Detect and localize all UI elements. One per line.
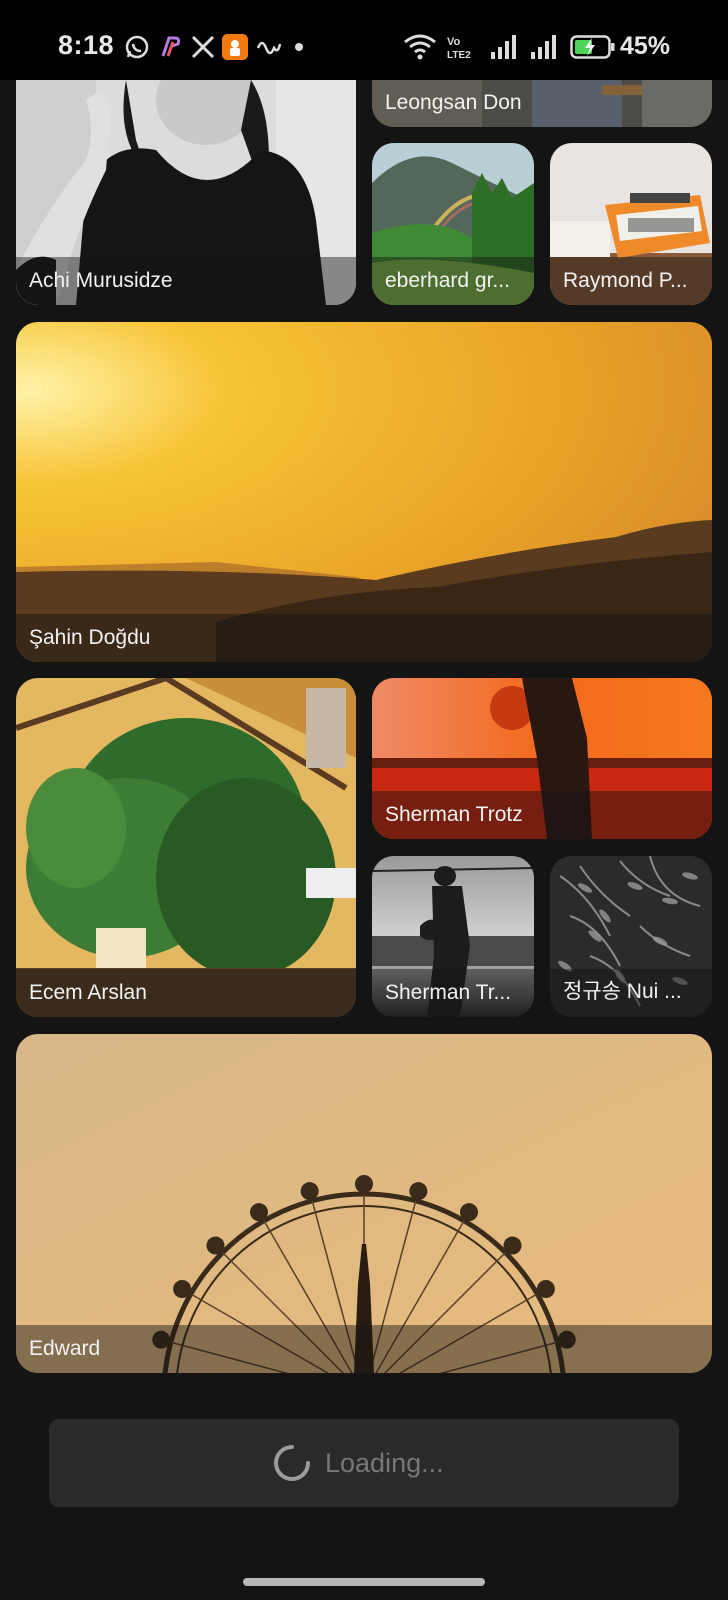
signal-icon <box>531 35 556 59</box>
status-bar: 8:18 Vo LTE2 45% <box>0 0 728 80</box>
wifi-icon <box>404 34 436 60</box>
app-icon <box>222 34 248 60</box>
photo-tile[interactable]: 정규송 Nui ... <box>550 856 712 1017</box>
home-indicator[interactable] <box>243 1578 485 1586</box>
status-time: 8:18 <box>58 30 115 60</box>
whatsapp-icon <box>125 35 149 59</box>
photo-author: eberhard gr... <box>385 269 510 292</box>
photo-author: Edward <box>29 1337 101 1360</box>
volte-icon: Vo LTE2 <box>447 36 471 60</box>
photo-image <box>16 678 356 1017</box>
loading-indicator: Loading... <box>49 1419 679 1507</box>
dot-icon <box>295 43 303 51</box>
photo-tile[interactable]: Sherman Trotz <box>372 678 712 839</box>
photo-author: 정규송 Nui ... <box>563 980 682 1003</box>
phonepe-icon <box>161 36 181 57</box>
loading-label: Loading... <box>325 1448 444 1478</box>
photo-author: Şahin Doğdu <box>29 626 151 649</box>
photo-author: Sherman Trotz <box>385 803 523 826</box>
photo-tile[interactable]: Şahin Doğdu <box>16 322 712 662</box>
photo-author: Achi Murusidze <box>29 269 173 292</box>
photo-tile[interactable]: Raymond P... <box>550 143 712 305</box>
photo-tile[interactable]: Edward <box>16 1034 712 1373</box>
svg-text:Vo: Vo <box>447 36 461 48</box>
battery-icon <box>570 35 615 59</box>
svg-text:LTE2: LTE2 <box>447 50 471 60</box>
photo-author: Ecem Arslan <box>29 981 147 1004</box>
photo-author: Raymond P... <box>563 269 688 292</box>
photo-tile[interactable]: Achi Murusidze <box>16 80 356 305</box>
signal-icon <box>491 35 516 59</box>
photo-author: Leongsan Don <box>385 91 522 114</box>
spinner-icon <box>274 1445 310 1481</box>
photo-tile[interactable]: Sherman Tr... <box>372 856 534 1017</box>
photo-tile[interactable]: Leongsan Don <box>372 80 712 127</box>
photo-tile[interactable]: Ecem Arslan <box>16 678 356 1017</box>
photo-tile[interactable]: eberhard gr... <box>372 143 534 305</box>
wave-icon <box>256 41 282 55</box>
photo-image <box>16 1034 712 1373</box>
x-icon <box>191 35 215 59</box>
photo-author: Sherman Tr... <box>385 981 512 1004</box>
battery-percent: 45% <box>620 32 671 60</box>
photo-image <box>16 322 712 662</box>
